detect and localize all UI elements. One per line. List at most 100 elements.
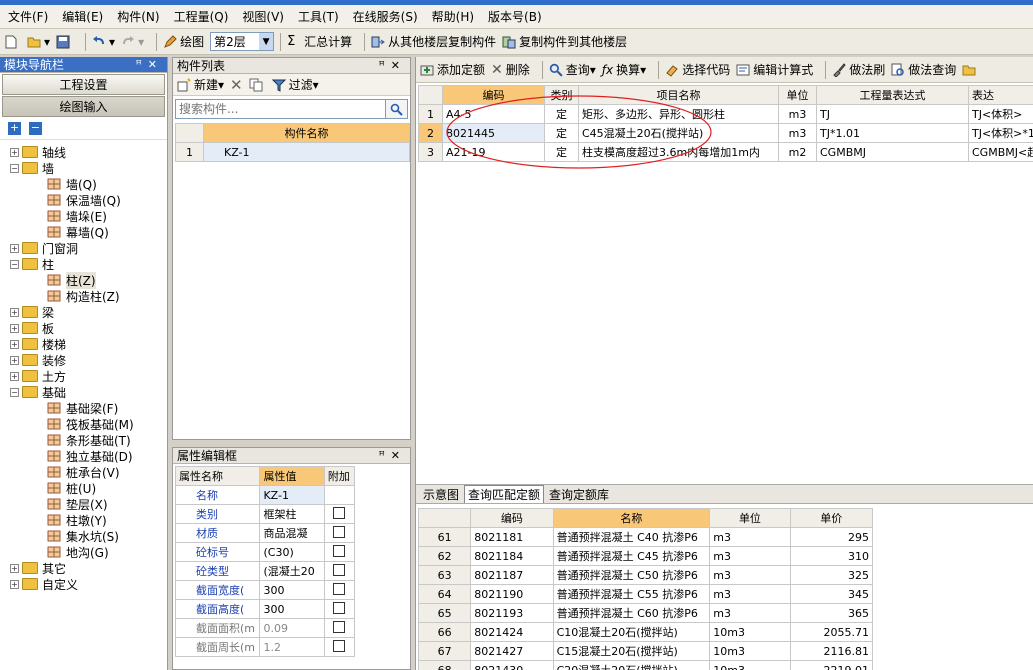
table-row[interactable]: 1 KZ-1 [175,142,410,162]
select-code-button[interactable]: 选择代码 [665,61,730,78]
checkbox[interactable] [333,525,346,538]
table-row[interactable]: 67 8021427 C15混凝土20石(搅拌站) 10m3 2116.81 [417,641,874,661]
tree-item[interactable]: 柱(Z) [46,271,96,289]
sum-calc-button[interactable]: Σ 汇总计算 [287,33,352,50]
table-row[interactable]: 名称 KZ-1 [174,485,356,505]
checkbox[interactable] [333,563,346,576]
collapse-all-icon[interactable]: − [29,122,42,135]
copy-component-button[interactable] [249,78,266,92]
lower-code-cell[interactable]: 8021430 [470,660,554,670]
expand-icon[interactable]: + [10,147,19,157]
copy-to-floor-button[interactable]: 复制构件到其他楼层 [502,33,627,50]
tree-item[interactable]: 条形基础(T) [46,432,131,448]
tree-folder[interactable]: + 装修 [10,352,66,368]
query-button[interactable]: 查询 ▾ [549,61,596,78]
quota-expr-cell[interactable]: TJ*1.01 [816,123,969,143]
prop-value-cell[interactable]: 商品混凝 [259,523,325,543]
quota-desc-cell[interactable]: TJ<体积> [968,104,1033,124]
lower-price-cell[interactable]: 2116.81 [789,641,874,661]
lower-unit-cell[interactable]: m3 [709,565,791,585]
pin-close-icons[interactable]: ꟸ✕ [135,58,163,71]
component-search-input[interactable] [175,99,386,119]
expand-icon[interactable]: + [10,243,19,253]
table-row[interactable]: 688021430C20混凝土20石(搅拌站)10m32219.01 [417,660,874,670]
prop-value-cell[interactable]: 1.2 [259,637,325,657]
lower-code-cell[interactable]: 8021424 [470,622,554,642]
lower-unit-cell[interactable]: 10m3 [709,641,791,661]
quota-unit-cell[interactable]: m3 [778,123,817,143]
prop-value-cell[interactable]: KZ-1 [259,485,325,505]
expand-icon[interactable]: + [10,339,19,349]
quota-unit-cell[interactable]: m2 [778,142,817,162]
lower-unit-cell[interactable]: 10m3 [709,622,791,642]
lower-price-cell[interactable]: 325 [789,565,874,585]
add-quota-button[interactable]: 添加定额 [420,61,485,78]
component-name-cell[interactable]: KZ-1 [203,142,410,162]
tree-folder[interactable]: − 基础 [10,384,66,400]
new-file-button[interactable] [4,35,21,49]
delete-component-button[interactable]: ✕ [230,76,243,94]
more-button[interactable] [962,63,979,77]
quota-unit-cell[interactable]: m3 [778,104,817,124]
tree-folder[interactable]: − 墙 [10,160,54,176]
floor-select[interactable]: 第2层 ▼ [210,32,275,51]
pin-close-icons[interactable]: ꟸ✕ [378,59,406,72]
menu-help[interactable]: 帮助(H) [432,8,474,25]
lower-price-cell[interactable]: 2055.71 [789,622,874,642]
expand-icon[interactable]: + [10,323,19,333]
lower-unit-cell[interactable]: m3 [709,546,791,566]
table-row[interactable]: 材质 商品混凝 [174,523,356,543]
tree-folder[interactable]: + 板 [10,320,54,336]
prop-value-cell[interactable]: 300 [259,580,325,600]
new-component-button[interactable]: 新建 ▾ [177,76,224,93]
table-row[interactable]: 砼类型 (混凝土20 [174,561,356,581]
quota-expr-cell[interactable]: TJ [816,104,969,124]
lower-price-cell[interactable]: 345 [789,584,874,604]
prop-value-cell[interactable]: (C30) [259,542,325,562]
lower-code-cell[interactable]: 8021190 [470,584,554,604]
lower-name-cell[interactable]: 普通预拌混凝土 C50 抗渗P6 [552,565,711,585]
table-row[interactable]: 63 8021187 普通预拌混凝土 C50 抗渗P6 m3 325 [417,565,874,585]
tab-quota-library[interactable]: 查询定额库 [546,485,612,503]
tree-folder[interactable]: + 楼梯 [10,336,66,352]
tree-folder[interactable]: − 柱 [10,256,54,272]
tree-item[interactable]: 基础梁(F) [46,400,118,416]
tree-item[interactable]: 桩承台(V) [46,464,120,480]
tree-folder[interactable]: + 其它 [10,560,66,576]
convert-button[interactable]: ƒx 换算 ▾ [602,61,646,78]
lower-unit-cell[interactable]: m3 [709,603,791,623]
prop-value-cell[interactable]: (混凝土20 [259,561,325,581]
lower-unit-cell[interactable]: m3 [709,527,791,547]
menu-edit[interactable]: 编辑(E) [62,8,103,25]
menu-quantity[interactable]: 工程量(Q) [174,8,229,25]
lower-price-cell[interactable]: 295 [789,527,874,547]
table-row[interactable]: 66 8021424 C10混凝土20石(搅拌站) 10m3 2055.71 [417,622,874,642]
tree-item[interactable]: 地沟(G) [46,544,109,560]
prop-value-cell[interactable]: 300 [259,599,325,619]
menu-online[interactable]: 在线服务(S) [353,8,418,25]
menu-file[interactable]: 文件(F) [8,8,48,25]
lower-code-cell[interactable]: 8021427 [470,641,554,661]
collapse-icon[interactable]: − [10,259,19,269]
lower-name-cell[interactable]: C20混凝土20石(搅拌站) [552,660,711,670]
project-settings-button[interactable]: 工程设置 [2,74,165,95]
redo-button[interactable]: ▾ [121,35,144,49]
quota-expr-cell[interactable]: CGMBMJ [816,142,969,162]
table-row[interactable]: 砼标号 (C30) [174,542,356,562]
prop-value-cell[interactable]: 框架柱 [259,504,325,524]
tree-item[interactable]: 墙垛(E) [46,208,107,224]
method-query-button[interactable]: 做法查询 [891,61,956,78]
table-row[interactable]: 65 8021193 普通预拌混凝土 C60 抗渗P6 m3 365 [417,603,874,623]
quota-desc-cell[interactable]: TJ<体积>*1 [968,123,1033,143]
lower-name-cell[interactable]: 普通预拌混凝土 C55 抗渗P6 [552,584,711,604]
checkbox[interactable] [333,639,346,652]
tree-folder[interactable]: + 土方 [10,368,66,384]
lower-name-cell[interactable]: 普通预拌混凝土 C40 抗渗P6 [552,527,711,547]
tab-match-quota[interactable]: 查询匹配定额 [464,485,545,503]
delete-button[interactable]: ✕ 删除 [491,61,530,78]
lower-price-cell[interactable]: 365 [789,603,874,623]
tree-item[interactable]: 垫层(X) [46,496,108,512]
lower-code-cell[interactable]: 8021187 [470,565,554,585]
tree-item[interactable]: 保温墙(Q) [46,192,121,208]
expand-icon[interactable]: + [10,307,19,317]
